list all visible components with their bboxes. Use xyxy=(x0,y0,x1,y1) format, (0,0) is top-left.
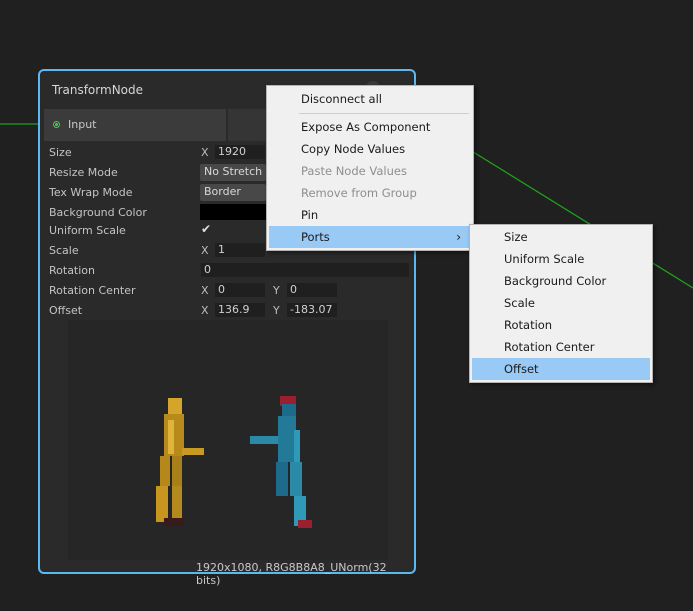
rotation-center-x-axis-label: X xyxy=(201,284,209,297)
preview-format-info: 1920x1080, R8G8B8A8_UNorm(32 bits) xyxy=(196,561,387,587)
uniform-scale-checkbox[interactable]: ✔ xyxy=(201,222,211,236)
texture-preview xyxy=(68,320,388,560)
submenu-item-offset[interactable]: Offset xyxy=(472,358,650,380)
prop-offset-label: Offset xyxy=(49,304,83,317)
prop-rotation-center-label: Rotation Center xyxy=(49,284,136,297)
input-port-label: Input xyxy=(68,118,97,131)
blue-figure xyxy=(250,396,312,528)
submenu-arrow-icon: › xyxy=(456,230,461,244)
offset-y-axis-label: Y xyxy=(273,304,280,317)
prop-rotation-label: Rotation xyxy=(49,264,96,277)
menu-item-pin[interactable]: Pin xyxy=(269,204,471,226)
menu-item-ports[interactable]: Ports › xyxy=(269,226,471,248)
prop-size-label: Size xyxy=(49,146,72,159)
size-x-field[interactable]: 1920 xyxy=(214,144,266,160)
preview-figures xyxy=(156,396,312,528)
wrap-mode-dropdown[interactable]: Border xyxy=(200,184,266,201)
resize-mode-dropdown[interactable]: No Stretch xyxy=(200,164,266,181)
node-title: TransformNode xyxy=(52,83,144,97)
offset-x-axis-label: X xyxy=(201,304,209,317)
menu-item-copy-node-values[interactable]: Copy Node Values xyxy=(269,138,471,160)
input-port[interactable]: Input xyxy=(44,109,226,141)
prop-scale-label: Scale xyxy=(49,244,79,257)
yellow-figure xyxy=(156,398,204,526)
context-menu: Disconnect all Expose As Component Copy … xyxy=(266,85,474,251)
prop-resize-mode-label: Resize Mode xyxy=(49,166,118,179)
size-x-axis-label: X xyxy=(201,146,209,159)
rotation-center-y-field[interactable]: 0 xyxy=(286,282,338,298)
scale-x-axis-label: X xyxy=(201,244,209,257)
rotation-field[interactable]: 0 xyxy=(200,262,410,278)
port-connector-icon[interactable] xyxy=(53,121,60,128)
offset-y-field[interactable]: -183.07 xyxy=(286,302,338,318)
submenu-item-rotation-center[interactable]: Rotation Center xyxy=(472,336,650,358)
submenu-item-rotation[interactable]: Rotation xyxy=(472,314,650,336)
menu-item-expose-as-component[interactable]: Expose As Component xyxy=(269,116,471,138)
background-color-swatch[interactable] xyxy=(200,204,266,220)
ports-submenu: Size Uniform Scale Background Color Scal… xyxy=(469,224,653,383)
menu-item-remove-from-group: Remove from Group xyxy=(301,186,417,200)
prop-wrap-mode-label: Tex Wrap Mode xyxy=(49,186,133,199)
rotation-center-y-axis-label: Y xyxy=(273,284,280,297)
submenu-item-size[interactable]: Size xyxy=(472,226,650,248)
submenu-item-background-color[interactable]: Background Color xyxy=(472,270,650,292)
menu-separator xyxy=(299,113,469,114)
prop-uniform-scale-label: Uniform Scale xyxy=(49,224,126,237)
prop-background-color-label: Background Color xyxy=(49,206,147,219)
menu-item-paste-node-values: Paste Node Values xyxy=(301,164,407,178)
menu-item-disconnect-all[interactable]: Disconnect all xyxy=(269,88,471,110)
submenu-item-scale[interactable]: Scale xyxy=(472,292,650,314)
submenu-item-uniform-scale[interactable]: Uniform Scale xyxy=(472,248,650,270)
offset-x-field[interactable]: 136.9 xyxy=(214,302,266,318)
menu-item-ports-label: Ports xyxy=(301,230,330,244)
rotation-center-x-field[interactable]: 0 xyxy=(214,282,266,298)
scale-x-field[interactable]: 1 xyxy=(214,242,266,258)
